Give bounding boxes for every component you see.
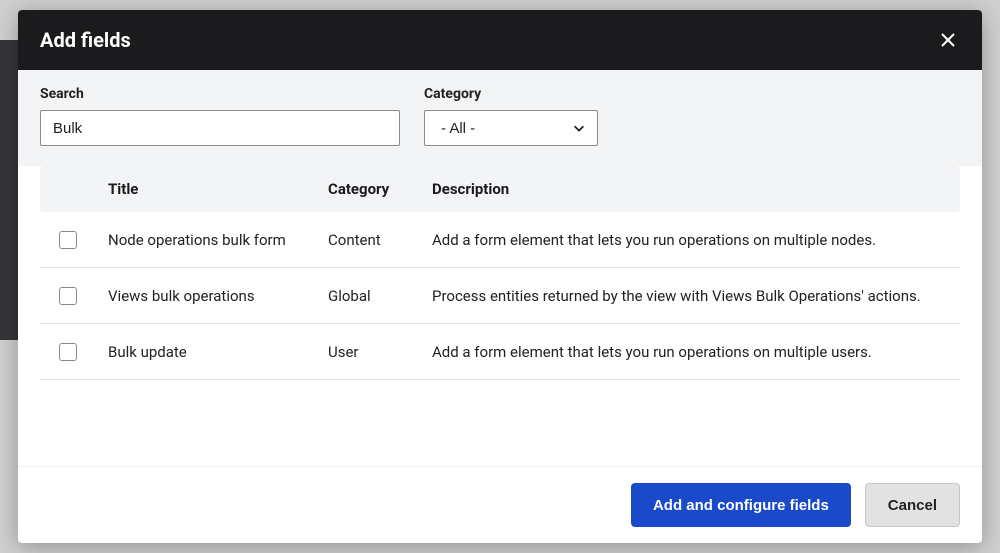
filter-bar: Search Category - All - bbox=[18, 70, 982, 166]
add-fields-modal: Add fields Search Category - All - bbox=[18, 10, 982, 543]
background-blur bbox=[0, 40, 20, 340]
header-description: Description bbox=[420, 166, 960, 212]
modal-footer: Add and configure fields Cancel bbox=[18, 466, 982, 543]
modal-title: Add fields bbox=[40, 28, 131, 52]
checkbox-cell bbox=[40, 324, 96, 380]
search-group: Search bbox=[40, 86, 400, 146]
row-checkbox[interactable] bbox=[59, 287, 77, 305]
row-description: Process entities returned by the view wi… bbox=[420, 268, 960, 324]
row-title: Views bulk operations bbox=[96, 268, 316, 324]
search-label: Search bbox=[40, 86, 400, 102]
row-title: Node operations bulk form bbox=[96, 212, 316, 268]
cancel-button[interactable]: Cancel bbox=[865, 483, 960, 527]
add-and-configure-button[interactable]: Add and configure fields bbox=[631, 483, 851, 527]
row-checkbox[interactable] bbox=[59, 343, 77, 361]
header-title: Title bbox=[96, 166, 316, 212]
row-category: User bbox=[316, 324, 420, 380]
table-header-row: Title Category Description bbox=[40, 166, 960, 212]
header-category: Category bbox=[316, 166, 420, 212]
row-description: Add a form element that lets you run ope… bbox=[420, 212, 960, 268]
table-area[interactable]: Title Category Description Node operatio… bbox=[18, 166, 982, 466]
close-button[interactable] bbox=[936, 28, 960, 52]
close-icon bbox=[940, 32, 956, 48]
checkbox-cell bbox=[40, 268, 96, 324]
row-description: Add a form element that lets you run ope… bbox=[420, 324, 960, 380]
modal-header: Add fields bbox=[18, 10, 982, 70]
table-row: Bulk update User Add a form element that… bbox=[40, 324, 960, 380]
search-input[interactable] bbox=[40, 110, 400, 146]
table-row: Node operations bulk form Content Add a … bbox=[40, 212, 960, 268]
checkbox-cell bbox=[40, 212, 96, 268]
row-category: Global bbox=[316, 268, 420, 324]
category-select[interactable]: - All - bbox=[424, 110, 598, 146]
row-checkbox[interactable] bbox=[59, 231, 77, 249]
fields-table: Title Category Description Node operatio… bbox=[40, 166, 960, 380]
row-category: Content bbox=[316, 212, 420, 268]
category-label: Category bbox=[424, 86, 598, 102]
category-select-wrap: - All - bbox=[424, 110, 598, 146]
category-group: Category - All - bbox=[424, 86, 598, 146]
header-checkbox-col bbox=[40, 166, 96, 212]
table-row: Views bulk operations Global Process ent… bbox=[40, 268, 960, 324]
row-title: Bulk update bbox=[96, 324, 316, 380]
